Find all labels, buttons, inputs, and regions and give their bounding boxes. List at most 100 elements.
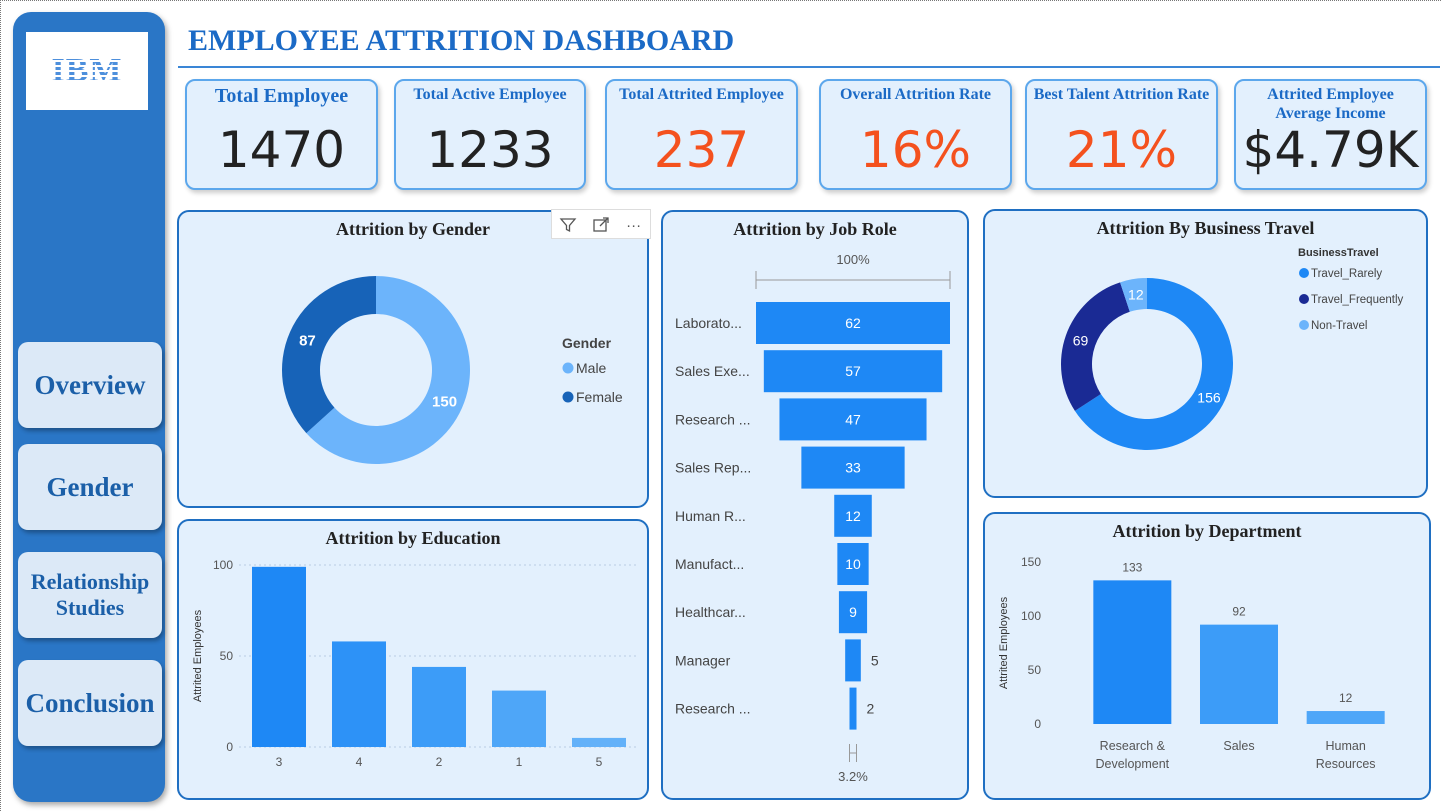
data-label: 12 [845,508,861,524]
data-label: 87 [299,333,316,350]
title-underline [178,66,1440,68]
more-options-icon[interactable]: ··· [617,210,650,240]
kpi-value: 21% [1065,121,1178,179]
focus-mode-icon[interactable] [585,210,618,240]
x-tick-label: 2 [436,755,443,769]
data-label: 12 [1128,286,1144,302]
nav-gender-button[interactable]: Gender [18,444,162,530]
data-label: 2 [867,701,875,717]
funnel-bar [849,687,857,730]
gender-donut-chart: 150 87 Gender Male Female [282,276,623,464]
kpi-overall-attrition-rate-card[interactable]: Overall Attrition Rate 16% [819,79,1012,190]
kpi-label: Attrited Employee Average Income [1267,86,1394,122]
legend-label: Non-Travel [1311,320,1367,332]
education-panel[interactable]: Attrition by Education 0 50 100 Attrited Em… [177,519,649,800]
nav-relationship-studies-button[interactable]: Relationship Studies [18,552,162,638]
data-label: 12 [1339,691,1353,705]
kpi-value: 1470 [217,121,346,179]
funnel-category-label: Manager [675,652,731,668]
funnel-category-label: Research ... [675,701,750,717]
funnel-category-label: Sales Exe... [675,363,750,379]
kpi-best-talent-attrition-rate-card[interactable]: Best Talent Attrition Rate 21% [1025,79,1218,190]
kpi-total-active-employee-card[interactable]: Total Active Employee 1233 [394,79,586,190]
y-axis-label: Attrited Employees [998,596,1010,689]
kpi-value: $4.79K [1242,121,1419,179]
kpi-label: Total Active Employee [413,86,567,103]
y-tick-label: 100 [213,558,233,572]
business-travel-panel[interactable]: Attrition By Business Travel 156 69 12 Busi… [983,209,1428,498]
legend-marker [1299,320,1309,330]
visual-toolbar: ··· [551,209,651,239]
funnel-category-label: Sales Rep... [675,460,751,476]
funnel-category-label: Laborato... [675,315,742,331]
kpi-total-attrited-employee-card[interactable]: Total Attrited Employee 237 [605,79,798,190]
legend-marker [562,391,574,403]
kpi-value: 1233 [426,121,554,179]
funnel-category-label: Healthcar... [675,604,746,620]
funnel-category-label: Human R... [675,508,746,524]
gender-panel[interactable]: Attrition by Gender 150 87 Gender Male Femal… [177,210,649,508]
nav-overview-button[interactable]: Overview [18,342,162,428]
dashboard-title: EMPLOYEE ATTRITION DASHBOARD [188,24,735,57]
y-tick-label: 150 [1021,555,1041,569]
job-role-panel[interactable]: Attrition by Job Role 100% Laborato... 62 S… [661,210,969,800]
legend-title: Gender [562,335,612,351]
y-axis-label: Attrited Employees [192,609,204,702]
legend-label: Travel_Frequently [1311,294,1404,306]
bar [1306,711,1385,724]
bar [492,690,546,747]
data-label: 10 [845,556,861,572]
panel-title: Attrition By Business Travel [1096,218,1315,238]
legend-marker [562,362,574,374]
logo-text: IBM [51,52,123,89]
y-tick-label: 0 [1034,717,1041,731]
kpi-value: 237 [653,121,750,179]
data-label: 47 [845,411,861,427]
data-label: 69 [1073,333,1089,349]
donut-slice-travel-frequently [1061,282,1130,411]
data-label: 5 [871,652,879,668]
funnel-bar [845,639,861,682]
legend-title: BusinessTravel [1298,247,1379,259]
data-label: 150 [432,393,457,410]
kpi-attrited-average-income-card[interactable]: Attrited Employee Average Income $4.79K [1234,79,1427,190]
education-bar-chart: 0 50 100 Attrited Employees 3 4 2 1 5 [192,558,639,769]
bar [1093,580,1172,724]
data-label: 57 [845,363,861,379]
bar [252,566,306,747]
legend-label: Female [576,389,623,405]
ibm-logo: IBM [26,32,148,110]
job-role-funnel-chart: 100% Laborato... 62 Sales Exe... 57 Research … [675,252,951,784]
x-tick-label: Sales [1223,739,1254,753]
x-tick-label: 5 [596,755,603,769]
panel-title: Attrition by Education [325,528,501,548]
data-label: 33 [845,460,861,476]
data-label: 9 [849,604,857,620]
bar [412,666,466,747]
x-tick-label: Research & [1100,739,1166,753]
funnel-category-label: Manufact... [675,556,744,572]
donut-slice-female [282,276,376,434]
y-tick-label: 0 [226,740,233,754]
data-label: 92 [1232,605,1246,619]
funnel-category-label: Research ... [675,411,750,427]
department-panel[interactable]: Attrition by Department 0 50 100 150 Attrite… [983,512,1431,800]
legend-label: Travel_Rarely [1311,268,1382,280]
kpi-label: Total Employee [214,85,349,107]
x-tick-label: Resources [1316,757,1376,771]
kpi-value: 16% [859,121,972,179]
x-tick-label: Development [1096,757,1170,771]
data-label: 156 [1197,390,1221,406]
funnel-top-percent: 100% [836,252,870,267]
data-label: 133 [1122,560,1142,574]
kpi-label: Best Talent Attrition Rate [1033,86,1210,103]
legend-marker [1299,294,1309,304]
x-tick-label: Human [1326,739,1366,753]
filter-icon[interactable] [552,210,585,240]
nav-conclusion-button[interactable]: Conclusion [18,660,162,746]
kpi-label: Overall Attrition Rate [839,86,992,103]
department-bar-chart: 0 50 100 150 Attrited Employees 133 Research &… [998,555,1385,771]
y-tick-label: 50 [220,649,234,663]
kpi-total-employee-card[interactable]: Total Employee 1470 [185,79,378,190]
bar [1200,624,1278,724]
